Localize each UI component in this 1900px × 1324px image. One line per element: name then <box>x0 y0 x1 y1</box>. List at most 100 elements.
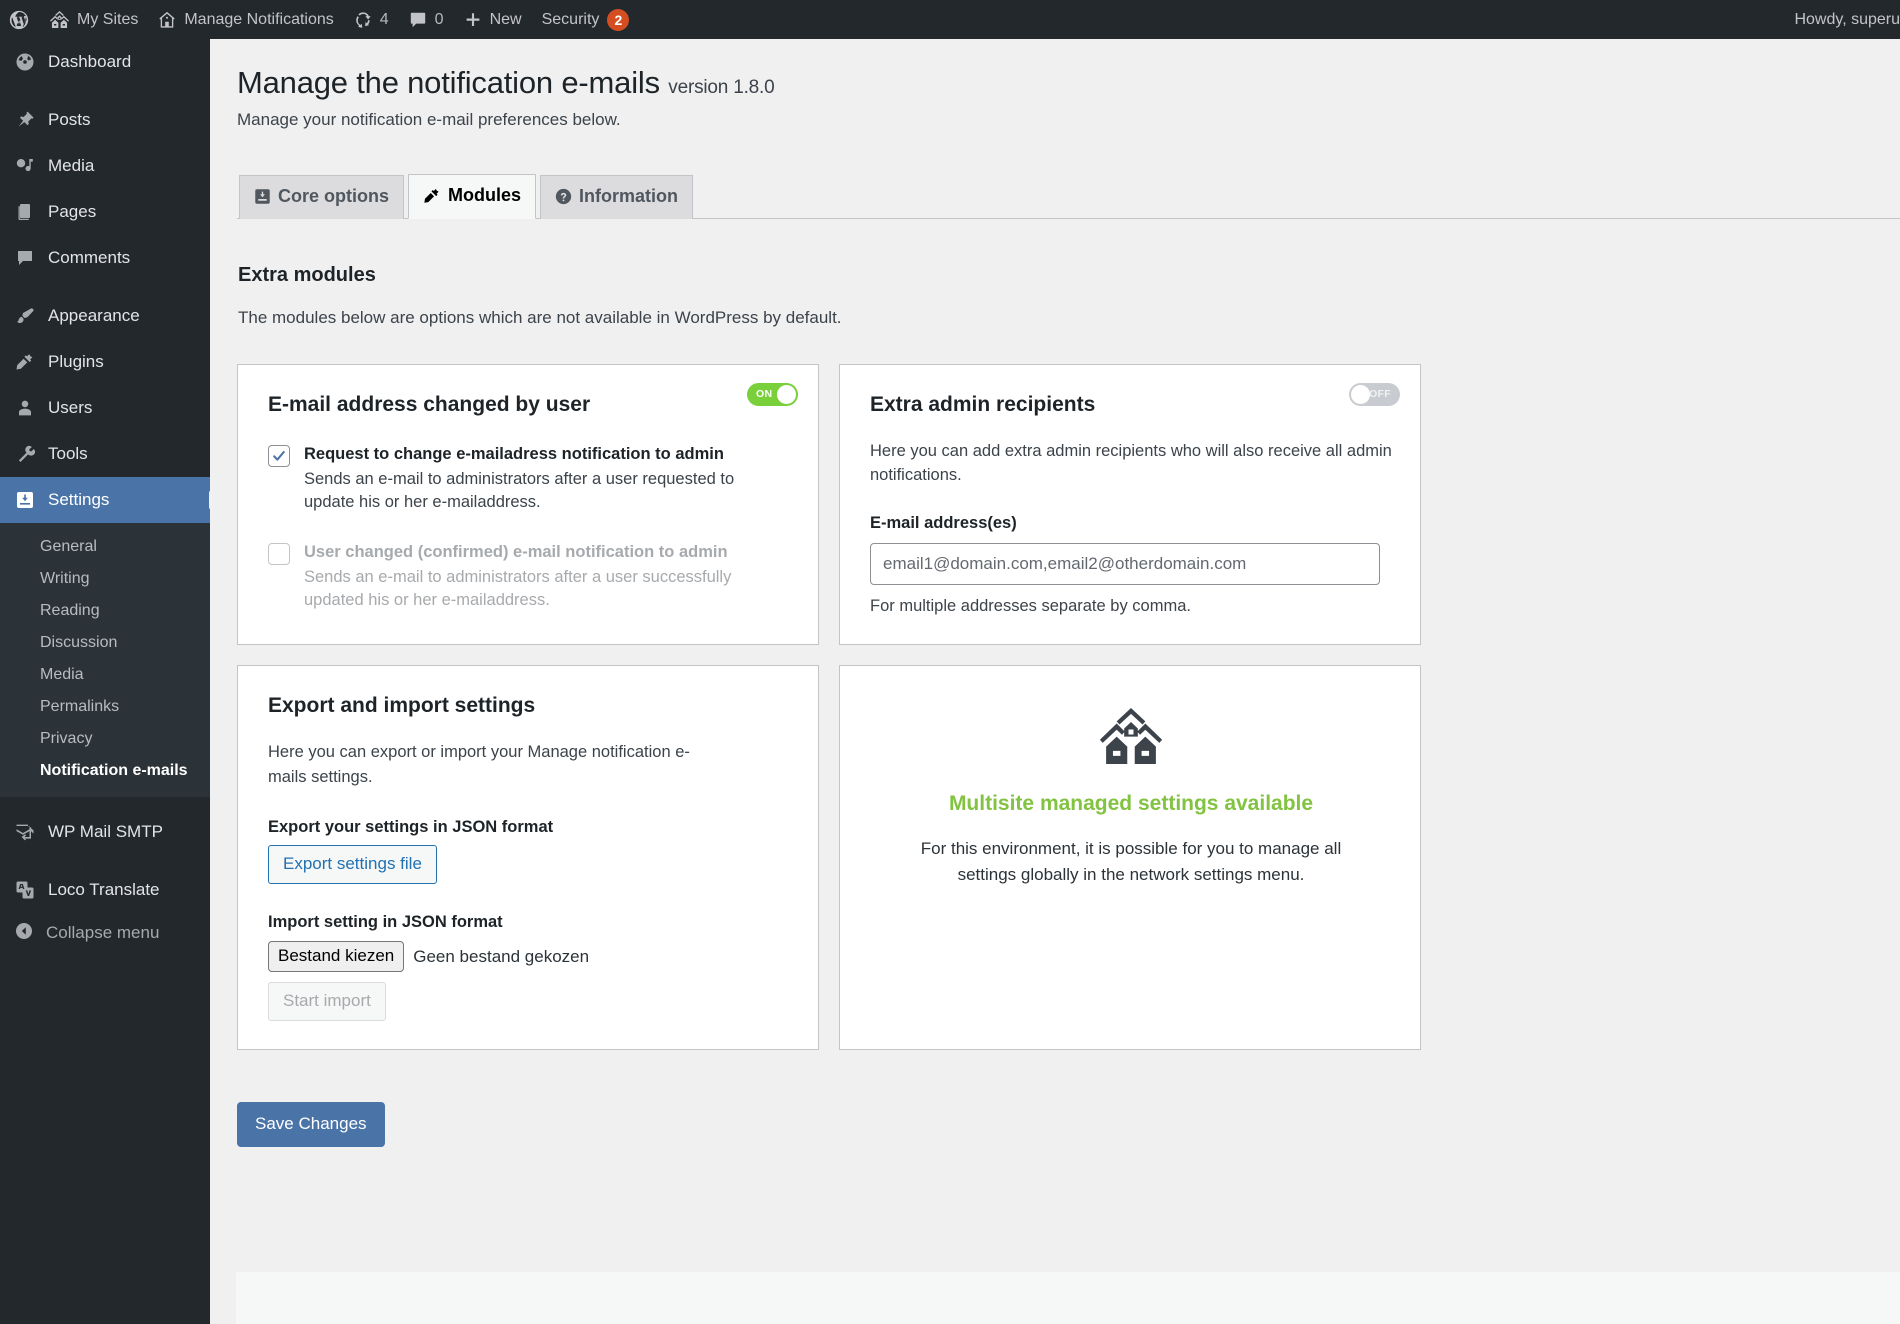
card-title: Extra admin recipients <box>870 393 1392 417</box>
security-badge: 2 <box>607 9 629 31</box>
sidebar-item-plugins[interactable]: Plugins <box>0 339 210 385</box>
admin-sidebar-menu: Dashboard Posts Media Pages <box>0 39 210 1324</box>
mail-smtp-icon <box>14 822 36 842</box>
toggle-extra-admin-recipients[interactable]: OFF <box>1349 383 1400 406</box>
multisite-icon <box>870 708 1392 764</box>
plugin-icon <box>14 352 36 372</box>
checkbox-request-change-email[interactable] <box>268 445 290 467</box>
comment-bubble-icon <box>409 11 427 29</box>
file-input-row[interactable]: Bestand kiezen Geen bestand gekozen <box>268 941 790 972</box>
submenu-item-writing[interactable]: Writing <box>0 563 210 595</box>
option-text: User changed (confirmed) e-mail notifica… <box>304 541 744 613</box>
submenu-item-media[interactable]: Media <box>0 659 210 691</box>
dashboard-icon <box>14 52 36 72</box>
sidebar-item-loco-translate[interactable]: Loco Translate <box>0 867 210 913</box>
sidebar-item-label: Dashboard <box>48 52 131 72</box>
adminbar-comments[interactable]: 0 <box>399 0 454 39</box>
toggle-state-label: OFF <box>1369 383 1391 406</box>
adminbar-comments-count: 0 <box>435 11 444 29</box>
sidebar-item-media[interactable]: Media <box>0 143 210 189</box>
export-settings-file-button[interactable]: Export settings file <box>268 845 437 884</box>
sidebar-item-label: Tools <box>48 444 88 464</box>
submenu-item-discussion[interactable]: Discussion <box>0 627 210 659</box>
sidebar-item-label: Loco Translate <box>48 880 160 900</box>
adminbar-security-label: Security <box>542 11 600 29</box>
submenu-item-permalinks[interactable]: Permalinks <box>0 691 210 723</box>
tab-core-options[interactable]: Core options <box>239 175 404 219</box>
checkbox-user-changed-confirmed[interactable] <box>268 543 290 565</box>
sidebar-item-label: Posts <box>48 110 91 130</box>
option-request-change-email[interactable]: Request to change e-mailadress notificat… <box>268 443 790 515</box>
save-changes-button[interactable]: Save Changes <box>237 1102 385 1147</box>
sidebar-item-label: Appearance <box>48 306 140 326</box>
email-addresses-label: E-mail address(es) <box>870 514 1392 533</box>
wrench-icon <box>14 444 36 464</box>
adminbar-site-name-label: Manage Notifications <box>184 11 333 29</box>
plugin-icon <box>423 187 441 205</box>
card-description: Here you can add extra admin recipients … <box>870 439 1392 488</box>
adminbar-howdy-label: Howdy, superu <box>1794 11 1900 29</box>
adminbar-site-name[interactable]: Manage Notifications <box>148 0 343 39</box>
choose-file-button[interactable]: Bestand kiezen <box>268 941 404 972</box>
sidebar-item-users[interactable]: Users <box>0 385 210 431</box>
plus-icon <box>464 11 482 29</box>
sidebar-item-tools[interactable]: Tools <box>0 431 210 477</box>
start-import-button[interactable]: Start import <box>268 982 386 1021</box>
content-area: Manage the notification e-mails version … <box>210 39 1900 1324</box>
page-title-text: Manage the notification e-mails <box>237 65 660 100</box>
submenu-item-reading[interactable]: Reading <box>0 595 210 627</box>
page-subtitle: Manage your notification e-mail preferen… <box>237 110 1900 130</box>
adminbar-new-content[interactable]: New <box>454 0 532 39</box>
sidebar-item-pages[interactable]: Pages <box>0 189 210 235</box>
sidebar-item-posts[interactable]: Posts <box>0 97 210 143</box>
sidebar-item-settings[interactable]: Settings <box>0 477 210 523</box>
sidebar-item-wp-mail-smtp[interactable]: WP Mail SMTP <box>0 809 210 855</box>
submenu-item-general[interactable]: General <box>0 531 210 563</box>
submenu-item-notification-emails[interactable]: Notification e-mails <box>0 755 210 787</box>
toggle-knob <box>777 385 796 404</box>
collapse-arrow-icon <box>14 921 34 946</box>
option-user-changed-confirmed[interactable]: User changed (confirmed) e-mail notifica… <box>268 541 790 613</box>
card-export-import-settings: Export and import settings Here you can … <box>237 665 819 1050</box>
tab-label: Core options <box>278 186 389 208</box>
toggle-email-address-changed[interactable]: ON <box>747 383 798 406</box>
section-title: Extra modules <box>238 264 1900 287</box>
sidebar-item-label: Settings <box>48 490 109 510</box>
pin-icon <box>14 110 36 130</box>
multisite-icon <box>50 11 69 28</box>
adminbar-my-account[interactable]: Howdy, superu <box>1784 0 1900 39</box>
email-addresses-input[interactable] <box>870 543 1380 585</box>
media-icon <box>14 156 36 176</box>
option-label: Request to change e-mailadress notificat… <box>304 445 724 463</box>
collapse-menu-button[interactable]: Collapse menu <box>0 913 210 953</box>
adminbar-security[interactable]: Security 2 <box>532 0 640 39</box>
import-label: Import setting in JSON format <box>268 913 790 932</box>
submenu-item-privacy[interactable]: Privacy <box>0 723 210 755</box>
brush-icon <box>14 306 36 326</box>
pages-icon <box>14 202 36 222</box>
toggle-knob <box>1351 385 1370 404</box>
card-multisite-managed-settings: Multisite managed settings available For… <box>839 665 1421 1050</box>
updates-icon <box>354 11 372 29</box>
tab-bar: Core options Modules Information <box>237 174 1900 219</box>
sidebar-item-label: Users <box>48 398 92 418</box>
multisite-title: Multisite managed settings available <box>870 792 1392 816</box>
sidebar-item-appearance[interactable]: Appearance <box>0 293 210 339</box>
sidebar-item-comments[interactable]: Comments <box>0 235 210 281</box>
multisite-description: For this environment, it is possible for… <box>906 836 1356 887</box>
adminbar-updates-count: 4 <box>380 11 389 29</box>
settings-icon <box>254 188 271 205</box>
translate-icon <box>14 880 36 900</box>
wordpress-logo-icon <box>8 9 30 31</box>
adminbar-updates[interactable]: 4 <box>344 0 399 39</box>
card-title: E-mail address changed by user <box>268 393 790 417</box>
adminbar-wordpress-logo[interactable] <box>0 0 40 39</box>
section-description: The modules below are options which are … <box>238 308 1900 328</box>
option-label: User changed (confirmed) e-mail notifica… <box>304 543 728 561</box>
tab-modules[interactable]: Modules <box>408 174 536 219</box>
sidebar-item-dashboard[interactable]: Dashboard <box>0 39 210 85</box>
sidebar-item-label: Comments <box>48 248 130 268</box>
sidebar-item-label: Plugins <box>48 352 104 372</box>
tab-information[interactable]: Information <box>540 175 693 219</box>
adminbar-my-sites[interactable]: My Sites <box>40 0 148 39</box>
